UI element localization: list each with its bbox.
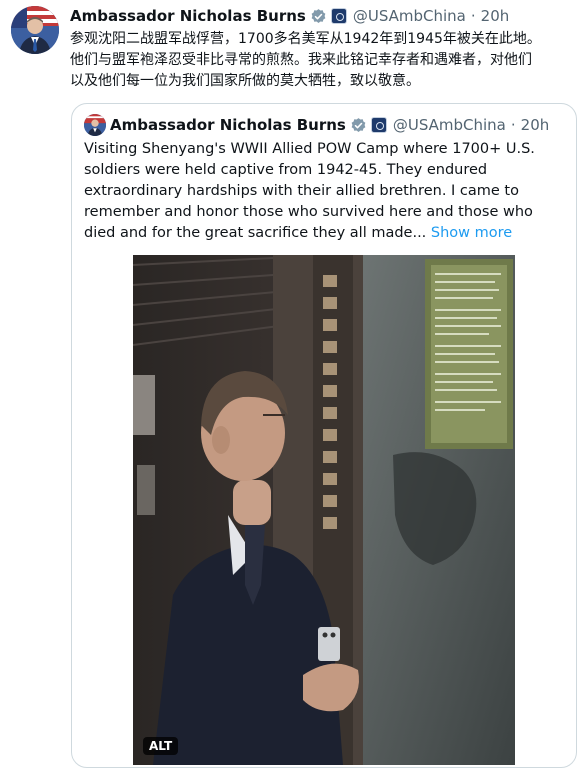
alt-text-badge[interactable]: ALT — [143, 737, 179, 755]
tweet-text-line: 他们与盟军袍泽忍受非比寻常的煎熬。我来此铭记幸存者和遇难者，对他们 — [70, 52, 532, 68]
quoted-author-handle: @USAmbChina — [392, 116, 506, 134]
author-name[interactable]: Ambassador Nicholas Burns — [70, 7, 306, 25]
quoted-tweet-photo[interactable]: ALT — [133, 255, 515, 765]
museum-photo — [133, 255, 515, 765]
us-government-seal-icon — [370, 117, 387, 133]
quoted-author-name: Ambassador Nicholas Burns — [110, 116, 346, 134]
quoted-tweet-text: Visiting Shenyang's WWII Allied POW Camp… — [84, 139, 566, 244]
tweet-header: Ambassador Nicholas Burns @USAmbChina · … — [70, 5, 509, 27]
verified-check-icon — [351, 117, 366, 132]
quoted-tweet-timestamp: 20h — [520, 116, 550, 134]
quoted-author-avatar — [84, 114, 106, 136]
tweet-text-line: 参观沈阳二战盟军战俘营，1700多名美军从1942年到1945年被关在此地。 — [70, 31, 541, 47]
tweet-timestamp[interactable]: 20h — [481, 7, 510, 25]
tweet[interactable]: Ambassador Nicholas Burns @USAmbChina · … — [0, 0, 588, 778]
author-avatar[interactable] — [11, 6, 59, 54]
show-more-link[interactable]: Show more — [431, 225, 512, 241]
separator-dot: · — [510, 116, 516, 134]
separator-dot: · — [470, 7, 476, 25]
us-government-seal-icon — [330, 8, 347, 24]
verified-check-icon — [311, 8, 326, 23]
quoted-tweet-header: Ambassador Nicholas Burns @USAmbChina · … — [110, 114, 549, 136]
author-handle[interactable]: @USAmbChina — [353, 7, 466, 25]
tweet-text-line: 以及他们每一位为我们国家所做的莫大牺牲，致以敬意。 — [70, 73, 420, 89]
quoted-tweet[interactable]: Ambassador Nicholas Burns @USAmbChina · … — [71, 103, 577, 768]
tweet-text: 参观沈阳二战盟军战俘营，1700多名美军从1942年到1945年被关在此地。 他… — [70, 29, 575, 92]
